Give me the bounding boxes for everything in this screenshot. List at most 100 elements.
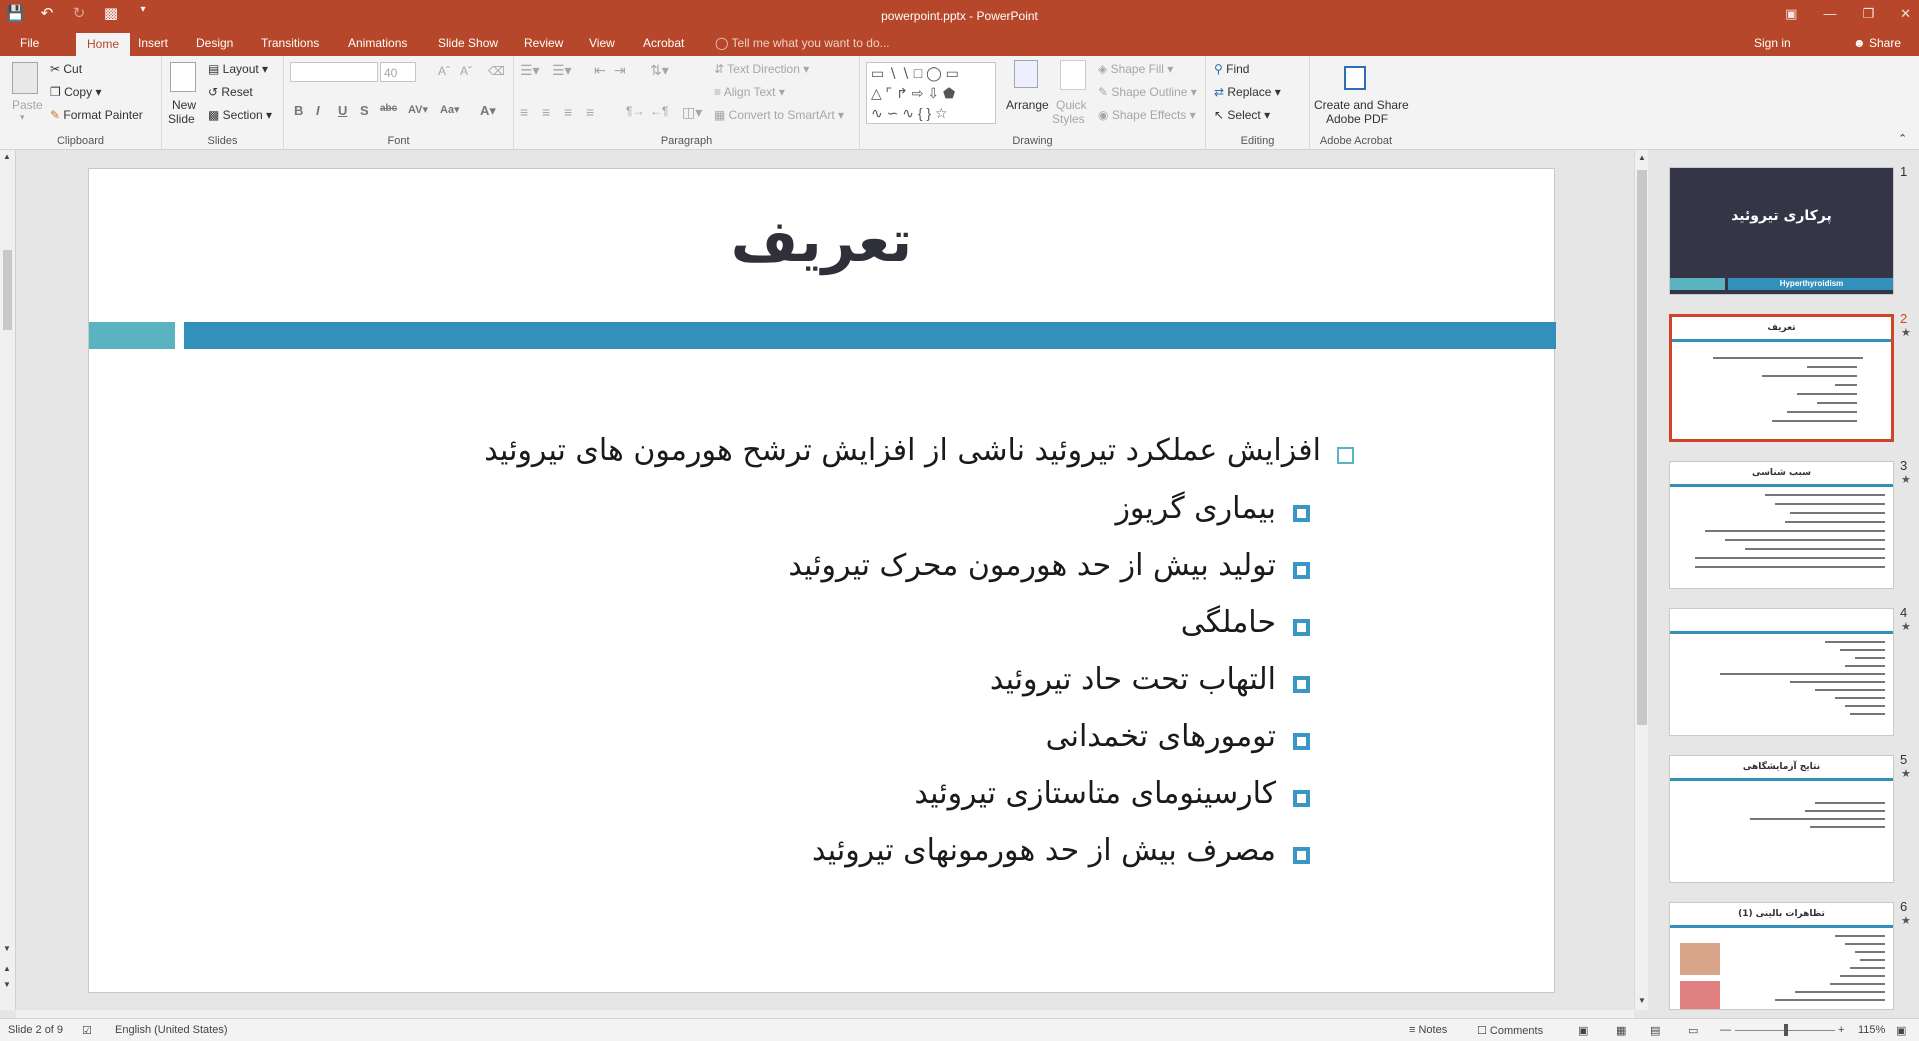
share-button[interactable]: ☻ Share: [1853, 36, 1901, 50]
arrange-button[interactable]: Arrange: [1006, 98, 1049, 112]
left-scroll-thumb[interactable]: [3, 250, 12, 330]
previous-slide-icon[interactable]: ▲: [3, 964, 11, 973]
scroll-up-icon[interactable]: ▲: [1638, 153, 1646, 162]
char-spacing-icon[interactable]: AV▾: [408, 103, 428, 116]
bullets-icon[interactable]: ☰▾: [520, 62, 540, 79]
ltr-icon[interactable]: ¶→: [626, 104, 644, 118]
convert-smartart-button[interactable]: ▦ Convert to SmartArt ▾: [714, 108, 844, 122]
shape-fill-button[interactable]: ◈ Shape Fill ▾: [1098, 62, 1173, 76]
clear-formatting-icon[interactable]: ⌫: [488, 64, 505, 78]
align-text-button[interactable]: ≡ Align Text ▾: [714, 85, 785, 99]
collapse-ribbon-icon[interactable]: ⌃: [1898, 132, 1907, 145]
minimize-icon[interactable]: —: [1823, 6, 1836, 22]
sign-in-link[interactable]: Sign in: [1754, 36, 1791, 50]
paste-dropdown-icon[interactable]: ▾: [20, 112, 25, 123]
decrease-indent-icon[interactable]: ⇤: [594, 62, 606, 79]
editor-scroll-thumb[interactable]: [1637, 170, 1647, 725]
fit-slide-icon[interactable]: ▣: [1896, 1024, 1906, 1037]
tab-file[interactable]: File: [20, 36, 39, 56]
normal-view-icon[interactable]: ▣: [1578, 1024, 1588, 1037]
thumb-slide-2[interactable]: تعریف: [1669, 314, 1894, 442]
language-indicator[interactable]: English (United States): [115, 1024, 228, 1036]
tab-acrobat[interactable]: Acrobat: [643, 36, 684, 56]
italic-icon[interactable]: I: [316, 103, 320, 118]
reading-view-icon[interactable]: ▤: [1650, 1024, 1660, 1037]
select-button[interactable]: ↖ Select ▾: [1214, 108, 1270, 122]
tab-insert[interactable]: Insert: [138, 36, 168, 56]
thumb-slide-4[interactable]: [1669, 608, 1894, 736]
quick-styles-icon[interactable]: [1060, 60, 1086, 90]
tell-me-search[interactable]: ◯ Tell me what you want to do...: [715, 36, 890, 50]
align-left-icon[interactable]: ≡: [520, 104, 528, 120]
increase-indent-icon[interactable]: ⇥: [614, 62, 626, 79]
text-direction-button[interactable]: ⇵ Text Direction ▾: [714, 62, 809, 76]
justify-icon[interactable]: ≡: [586, 104, 594, 120]
slideshow-view-icon[interactable]: ▭: [1688, 1024, 1698, 1037]
replace-button[interactable]: ⇄ Replace ▾: [1214, 85, 1281, 99]
tab-view[interactable]: View: [589, 36, 615, 56]
strikethrough-icon[interactable]: abc: [380, 103, 397, 114]
scroll-down-icon[interactable]: ▼: [1638, 996, 1646, 1005]
bold-icon[interactable]: B: [294, 103, 303, 118]
arrange-icon[interactable]: [1014, 60, 1038, 88]
numbering-icon[interactable]: ☰▾: [552, 62, 572, 79]
align-center-icon[interactable]: ≡: [542, 104, 550, 120]
rtl-icon[interactable]: ←¶: [650, 104, 668, 118]
sub-bullet[interactable]: تومورهای تخمدانی: [1046, 719, 1276, 754]
close-icon[interactable]: ✕: [1900, 6, 1911, 22]
change-case-icon[interactable]: Aa▾: [440, 103, 460, 116]
zoom-in-icon[interactable]: +: [1838, 1024, 1844, 1036]
quick-styles-button-line2[interactable]: Styles: [1052, 112, 1085, 126]
find-button[interactable]: ⚲ Find: [1214, 62, 1249, 76]
editor-horizontal-scrollbar[interactable]: [16, 1010, 1634, 1018]
format-painter-button[interactable]: ✎ Format Painter: [50, 108, 143, 122]
create-share-pdf-button-line2[interactable]: Adobe PDF: [1326, 112, 1388, 126]
editor-vertical-scrollbar[interactable]: ▲ ▼: [1634, 150, 1648, 1010]
sub-bullet[interactable]: التهاب تحت حاد تیروئید: [990, 662, 1276, 697]
scroll-down-icon[interactable]: ▼: [3, 944, 11, 953]
sub-bullet[interactable]: کارسینومای متاستازی تیروئید: [914, 776, 1276, 811]
zoom-level[interactable]: 115%: [1858, 1024, 1885, 1036]
sub-bullet[interactable]: بیماری گریوز: [1115, 491, 1276, 526]
cut-button[interactable]: ✂ Cut: [50, 62, 82, 76]
slide-title[interactable]: تعریف: [89, 207, 1554, 275]
thumb-slide-5[interactable]: نتایج آزمایشگاهی: [1669, 755, 1894, 883]
shapes-gallery[interactable]: ▭ ∖ ∖ □ ◯ ▭ △ ⌜ ↱ ⇨ ⇩ ⬟ ∿ ∽ ∿ { } ☆: [866, 62, 996, 124]
columns-icon[interactable]: ◫▾: [682, 104, 702, 121]
create-pdf-icon[interactable]: [1344, 66, 1366, 90]
slide-counter[interactable]: Slide 2 of 9: [8, 1024, 63, 1036]
font-size-input[interactable]: 40: [380, 62, 416, 82]
sub-bullet[interactable]: تولید بیش از حد هورمون محرک تیروئید: [788, 548, 1276, 583]
thumb-slide-6[interactable]: تظاهرات بالینی (1): [1669, 902, 1894, 1010]
font-name-input[interactable]: [290, 62, 378, 82]
shadow-icon[interactable]: S: [360, 103, 369, 118]
new-slide-button[interactable]: New: [172, 98, 196, 112]
current-slide[interactable]: تعریف افزایش عملکرد تیروئید ناشی از افزا…: [88, 168, 1556, 993]
layout-button[interactable]: ▤ Layout ▾: [208, 62, 268, 76]
tab-review[interactable]: Review: [524, 36, 563, 56]
reset-button[interactable]: ↺ Reset: [208, 85, 253, 99]
quick-styles-button[interactable]: Quick: [1056, 98, 1087, 112]
new-slide-button-line2[interactable]: Slide: [168, 112, 195, 126]
grow-font-icon[interactable]: Aˆ: [438, 64, 450, 78]
zoom-slider-thumb[interactable]: [1784, 1024, 1788, 1036]
copy-button[interactable]: ❐ Copy ▾: [50, 85, 101, 99]
ribbon-display-options-icon[interactable]: ▣: [1785, 6, 1797, 22]
thumb-slide-1[interactable]: پرکاری تیروئید Hyperthyroidism: [1669, 167, 1894, 295]
main-bullet[interactable]: افزایش عملکرد تیروئید ناشی از افزایش ترش…: [484, 433, 1321, 468]
slide-sorter-icon[interactable]: ▦: [1616, 1024, 1626, 1037]
comments-button[interactable]: ☐ Comments: [1477, 1024, 1543, 1037]
sub-bullet[interactable]: مصرف بیش از حد هورمونهای تیروئید: [812, 833, 1276, 868]
paste-button[interactable]: Paste: [12, 98, 43, 112]
create-share-pdf-button[interactable]: Create and Share: [1314, 98, 1409, 112]
tab-design[interactable]: Design: [196, 36, 233, 56]
maximize-icon[interactable]: ❐: [1862, 6, 1874, 22]
zoom-out-icon[interactable]: —: [1720, 1024, 1731, 1036]
section-button[interactable]: ▩ Section ▾: [208, 108, 272, 122]
spell-check-icon[interactable]: ☑: [82, 1024, 92, 1037]
tab-animations[interactable]: Animations: [348, 36, 407, 56]
underline-icon[interactable]: U: [338, 103, 347, 118]
align-right-icon[interactable]: ≡: [564, 104, 572, 120]
font-color-icon[interactable]: A▾: [480, 103, 496, 119]
thumb-slide-3[interactable]: سبب شناسی: [1669, 461, 1894, 589]
